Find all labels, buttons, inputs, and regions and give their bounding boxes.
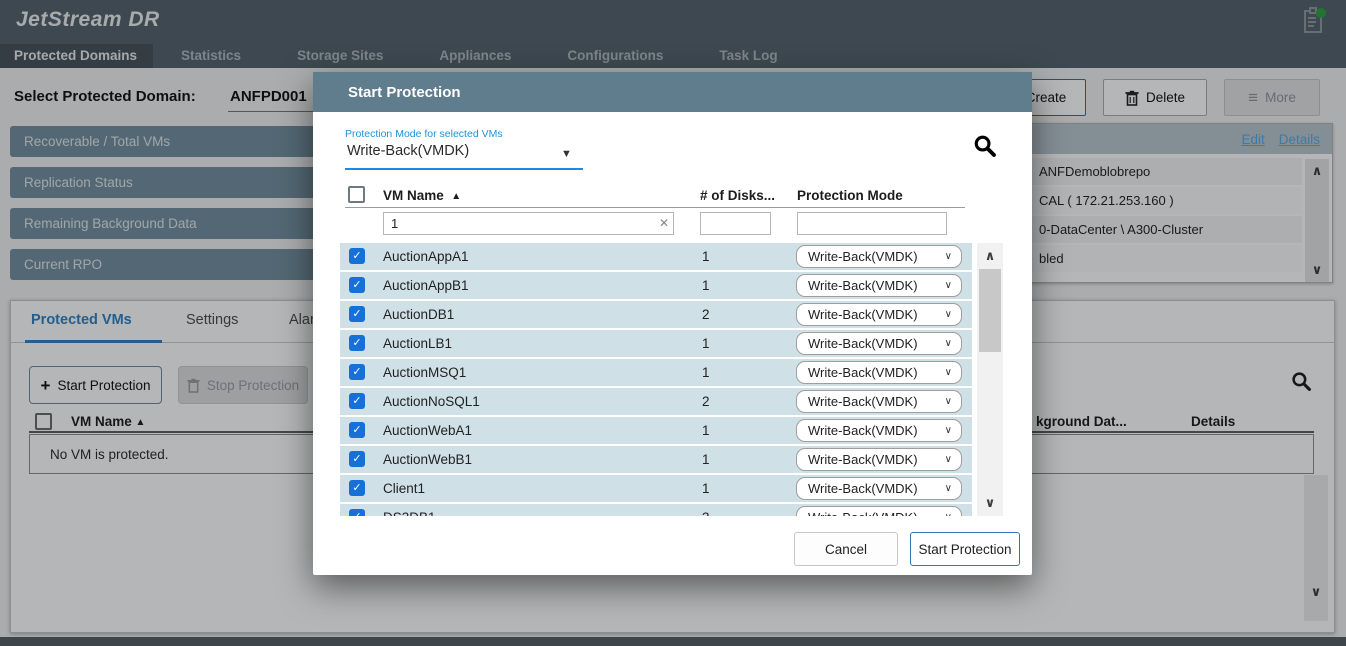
vm-disk-count: 2 [702, 307, 710, 322]
table-header-divider [345, 207, 965, 208]
chevron-down-icon: ∨ [945, 507, 952, 516]
vm-disk-count: 1 [702, 452, 710, 467]
vm-checkbox-checked[interactable]: ✓ [349, 451, 365, 467]
vm-checkbox-checked[interactable]: ✓ [349, 480, 365, 496]
vm-row: ✓ AuctionMSQ1 1 Write-Back(VMDK)∨ [340, 359, 972, 386]
vm-name: AuctionAppB1 [383, 278, 469, 293]
chevron-down-icon: ∨ [945, 304, 952, 325]
vm-list: ✓ AuctionAppA1 1 Write-Back(VMDK)∨ ✓ AuctionA… [340, 243, 972, 516]
vm-checkbox-checked[interactable]: ✓ [349, 335, 365, 351]
vm-row: ✓ AuctionLB1 1 Write-Back(VMDK)∨ [340, 330, 972, 357]
vm-name: AuctionDB1 [383, 307, 454, 322]
chevron-down-icon: ∨ [945, 333, 952, 354]
vm-disk-count: 2 [702, 394, 710, 409]
page-root: JetStream DR Protected DomainsStatistics… [0, 0, 1346, 646]
vm-row: ✓ AuctionWebB1 1 Write-Back(VMDK)∨ [340, 446, 972, 473]
vm-name: AuctionAppA1 [383, 249, 469, 264]
protection-mode-column-header[interactable]: Protection Mode [797, 188, 903, 203]
vm-checkbox-checked[interactable]: ✓ [349, 509, 365, 516]
scroll-up-icon[interactable]: ∧ [977, 249, 1003, 263]
vm-name: AuctionMSQ1 [383, 365, 466, 380]
clear-filter-icon[interactable]: ✕ [659, 216, 669, 230]
vm-name: AuctionWebB1 [383, 452, 472, 467]
protection-mode-select[interactable]: Write-Back(VMDK)∨ [796, 332, 962, 355]
search-icon[interactable] [973, 134, 997, 158]
protection-mode-select[interactable]: Write-Back(VMDK)∨ [796, 274, 962, 297]
cancel-button[interactable]: Cancel [794, 532, 898, 566]
protection-mode-select[interactable]: Write-Back(VMDK)∨ [796, 419, 962, 442]
scroll-down-icon[interactable]: ∨ [977, 496, 1003, 510]
vm-row: ✓ AuctionDB1 2 Write-Back(VMDK)∨ [340, 301, 972, 328]
vm-row: ✓ AuctionWebA1 1 Write-Back(VMDK)∨ [340, 417, 972, 444]
vm-name-column-header[interactable]: VM Name ▲ [383, 188, 461, 203]
vm-checkbox-checked[interactable]: ✓ [349, 364, 365, 380]
dropdown-underline [345, 168, 583, 170]
chevron-down-icon: ∨ [945, 420, 952, 441]
vm-checkbox-checked[interactable]: ✓ [349, 248, 365, 264]
protection-mode-select[interactable]: Write-Back(VMDK)∨ [796, 390, 962, 413]
chevron-down-icon: ∨ [945, 391, 952, 412]
vm-checkbox-checked[interactable]: ✓ [349, 277, 365, 293]
disks-column-header[interactable]: # of Disks... [700, 188, 775, 203]
vm-name: AuctionWebA1 [383, 423, 472, 438]
protection-mode-select[interactable]: Write-Back(VMDK)∨ [796, 477, 962, 500]
vm-checkbox-checked[interactable]: ✓ [349, 393, 365, 409]
protection-mode-select[interactable]: Write-Back(VMDK)∨ [796, 245, 962, 268]
vm-disk-count: 1 [702, 481, 710, 496]
vm-disk-count: 1 [702, 278, 710, 293]
disks-filter-input[interactable] [700, 212, 771, 235]
vm-disk-count: 1 [702, 423, 710, 438]
chevron-down-icon: ∨ [945, 275, 952, 296]
vm-name-filter-input[interactable] [383, 212, 674, 235]
protection-mode-select[interactable]: Write-Back(VMDK)∨ [796, 448, 962, 471]
chevron-down-icon: ∨ [945, 246, 952, 267]
sort-asc-icon: ▲ [451, 191, 461, 202]
vm-name: DS3DB1 [383, 510, 436, 516]
vm-name: AuctionLB1 [383, 336, 452, 351]
vm-disk-count: 1 [702, 365, 710, 380]
protection-mode-dropdown[interactable]: Write-Back(VMDK) [347, 143, 469, 159]
protection-mode-label: Protection Mode for selected VMs [345, 128, 503, 140]
vm-disk-count: 1 [702, 249, 710, 264]
vm-row: ✓ AuctionNoSQL1 2 Write-Back(VMDK)∨ [340, 388, 972, 415]
select-all-checkbox[interactable] [348, 186, 365, 203]
modal-header: Start Protection [313, 72, 1032, 112]
chevron-down-icon: ∨ [945, 478, 952, 499]
confirm-start-protection-button[interactable]: Start Protection [910, 532, 1020, 566]
vm-disk-count: 1 [702, 336, 710, 351]
chevron-down-icon: ∨ [945, 362, 952, 383]
modal-title: Start Protection [348, 84, 461, 101]
protection-mode-filter-input[interactable] [797, 212, 947, 235]
vm-checkbox-checked[interactable]: ✓ [349, 306, 365, 322]
vm-checkbox-checked[interactable]: ✓ [349, 422, 365, 438]
protection-mode-select[interactable]: Write-Back(VMDK)∨ [796, 361, 962, 384]
vm-name: AuctionNoSQL1 [383, 394, 480, 409]
protection-mode-select[interactable]: Write-Back(VMDK)∨ [796, 303, 962, 326]
vm-disk-count: 3 [702, 510, 710, 516]
vm-name: Client1 [383, 481, 425, 496]
chevron-down-icon: ∨ [945, 449, 952, 470]
start-protection-modal: Start Protection Protection Mode for sel… [313, 72, 1032, 575]
vm-row: ✓ DS3DB1 3 Write-Back(VMDK)∨ [340, 504, 972, 516]
vm-list-scrollbar[interactable]: ∧ ∨ [977, 243, 1003, 516]
vm-row: ✓ AuctionAppA1 1 Write-Back(VMDK)∨ [340, 243, 972, 270]
vm-row: ✓ AuctionAppB1 1 Write-Back(VMDK)∨ [340, 272, 972, 299]
vm-row: ✓ Client1 1 Write-Back(VMDK)∨ [340, 475, 972, 502]
dropdown-caret-icon[interactable]: ▼ [561, 148, 572, 160]
scrollbar-thumb[interactable] [979, 269, 1001, 352]
protection-mode-select[interactable]: Write-Back(VMDK)∨ [796, 506, 962, 516]
